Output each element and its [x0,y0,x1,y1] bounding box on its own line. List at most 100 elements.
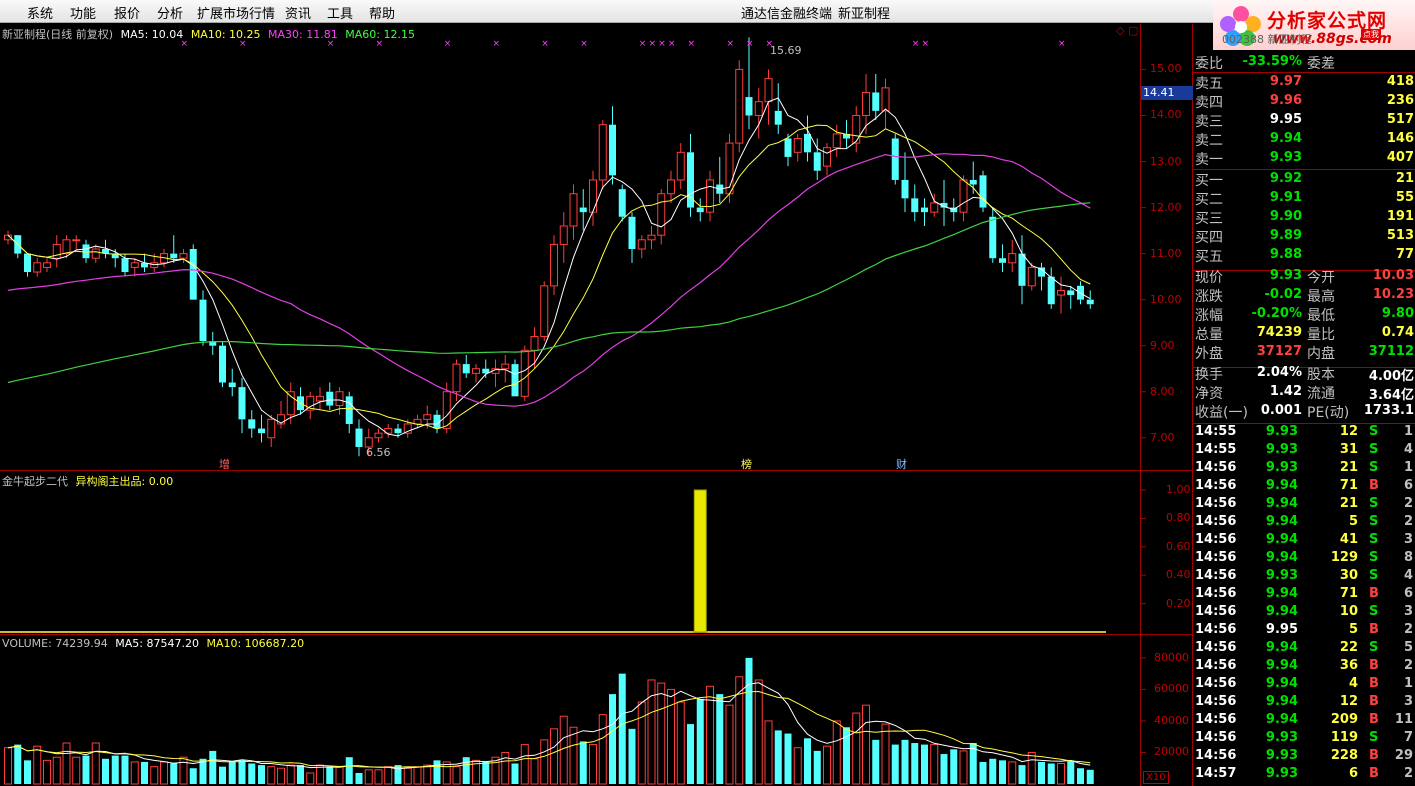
volume-bar [384,766,393,785]
stat-label: 最高 [1307,289,1335,305]
volume-bar [24,760,31,784]
indicator-line-label: 异构阁主出品: 0.00 [75,475,174,488]
stat-label: 股本 [1307,367,1335,383]
tick-row[interactable]: 14:57 9.93 6 B 2 [1193,766,1415,784]
weicha-label: 委差 [1307,56,1335,72]
marker-zeng[interactable]: 增 [219,456,230,472]
tick-direction: S [1369,568,1379,583]
candle-body [267,418,276,439]
tick-price: 9.94 [1265,478,1298,493]
candle-body [442,391,451,430]
tick-volume: 71 [1339,478,1358,493]
stat-value: 9.93 [1269,268,1302,283]
signal-mark: × [688,39,696,49]
candle-body [72,239,81,242]
price-tick-label: 9.00 [1150,338,1175,352]
tick-row[interactable]: 14:56 9.93 21 S 1 [1193,460,1415,478]
candle-body [706,179,714,213]
volume-bar [745,657,753,784]
high-price-label: 15.69 [770,44,802,57]
tick-row[interactable]: 14:56 9.94 4 B 1 [1193,676,1415,694]
volume-bar [511,763,519,784]
ask-label: 卖五 [1195,76,1223,92]
tick-time: 14:55 [1195,424,1237,439]
candle-body [43,262,51,268]
volume-bar [940,754,948,784]
ma60-line [7,202,1091,384]
price-tick-label: 7.00 [1150,430,1175,444]
price-tick-label: 14.00 [1150,108,1182,122]
candle-body [852,114,861,144]
marker-bang[interactable]: 榜 [741,456,752,472]
candle-body [657,193,666,236]
tick-row[interactable]: 14:55 9.93 31 S 4 [1193,442,1415,460]
tick-row[interactable]: 14:56 9.94 71 B 6 [1193,478,1415,496]
tick-row[interactable]: 14:56 9.93 119 S 7 [1193,730,1415,748]
indicator-signal-bar [693,489,707,633]
tick-row[interactable]: 14:56 9.94 71 B 6 [1193,586,1415,604]
tick-row[interactable]: 14:56 9.94 12 B 3 [1193,694,1415,712]
tick-time: 14:56 [1195,514,1237,529]
volume-bar [452,766,461,785]
ask-label: 卖二 [1195,133,1223,149]
tick-direction: S [1369,442,1379,457]
tick-row[interactable]: 14:56 9.94 36 B 2 [1193,658,1415,676]
volume-bar [442,761,451,785]
tick-row[interactable]: 14:56 9.93 30 S 4 [1193,568,1415,586]
tick-count: 3 [1403,604,1413,619]
candle-body [1086,299,1094,305]
tick-volume: 119 [1330,730,1358,745]
signal-mark: × [922,39,930,49]
ask-label: 卖四 [1195,95,1223,111]
tick-price: 9.94 [1265,532,1298,547]
stat-label: 外盘 [1195,346,1223,362]
signal-mark: × [639,39,647,49]
tick-row[interactable]: 14:56 9.93 228 B 29 [1193,748,1415,766]
bid-price: 9.91 [1269,190,1302,205]
tick-row[interactable]: 14:56 9.94 5 S 2 [1193,514,1415,532]
tick-time: 14:56 [1195,658,1237,673]
candle-body [452,363,461,393]
ask-price: 9.95 [1269,112,1302,127]
candle-body [326,391,334,406]
tick-row[interactable]: 14:56 9.94 10 S 3 [1193,604,1415,622]
tick-row[interactable]: 14:56 9.94 209 B 11 [1193,712,1415,730]
marker-cai[interactable]: 财 [896,456,907,472]
tick-row[interactable]: 14:56 9.94 129 S 8 [1193,550,1415,568]
volume-bar [804,738,811,784]
volume-bar [832,720,841,785]
tick-row[interactable]: 14:56 9.94 22 S 5 [1193,640,1415,658]
tick-price: 9.93 [1265,568,1298,583]
tick-direction: B [1369,622,1379,637]
stat-value: 37112 [1368,344,1414,359]
volume-bar [706,685,714,785]
tick-time: 14:55 [1195,442,1237,457]
tick-price: 9.94 [1265,694,1298,709]
volume-bar [14,744,22,784]
volume-bar [1018,765,1026,784]
bid-volume: 513 [1386,228,1414,243]
tick-volume: 228 [1330,748,1358,763]
tick-price: 9.93 [1265,460,1298,475]
volume-bar [579,741,587,784]
volume-bar [345,757,353,784]
stat-value: 3.64亿 [1368,388,1414,403]
price-tick-label: 13.00 [1150,154,1182,168]
candle-body [130,262,139,268]
volume-unit[interactable]: X10 [1143,771,1169,784]
tick-row[interactable]: 14:56 9.94 41 S 3 [1193,532,1415,550]
stat-label: 换手 [1195,367,1223,383]
candle-body [667,179,675,195]
tick-row[interactable]: 14:55 9.93 12 S 1 [1193,424,1415,442]
tick-row[interactable]: 14:56 9.94 21 S 2 [1193,496,1415,514]
tick-row[interactable]: 14:56 9.95 5 B 2 [1193,622,1415,640]
tick-count: 7 [1403,730,1413,745]
volume-bar [482,761,490,784]
candle-body [881,87,890,112]
signal-mark: × [493,39,501,49]
indicator-header: 金牛起步二代 异构阁主出品: 0.00 [2,473,173,489]
volume-bar [130,761,139,785]
tick-count: 3 [1403,532,1413,547]
volume-bar [999,760,1006,784]
tick-volume: 41 [1339,532,1358,547]
